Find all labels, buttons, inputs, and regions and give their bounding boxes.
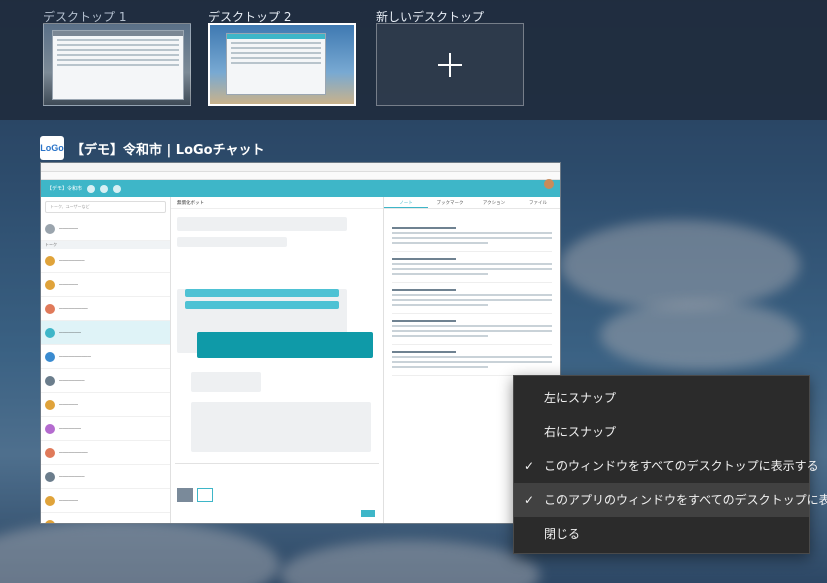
add-icon <box>87 184 96 193</box>
window-titlebar <box>41 163 560 172</box>
logo-chat-app-icon: LoGo <box>40 136 64 160</box>
list-item: ───────── <box>41 441 170 465</box>
list-item: ─────── <box>41 417 170 441</box>
menu-item-close[interactable]: 閉じる <box>514 517 809 551</box>
tab-actions: アクション <box>482 200 506 205</box>
list-item: ──────── <box>41 465 170 489</box>
talk-list-pane: トーク、ユーザーなど ────── トーク ──────── ────── ──… <box>41 197 171 523</box>
menu-item-snap-right[interactable]: 右にスナップ <box>514 415 809 449</box>
list-item: ────────── <box>41 345 170 369</box>
list-item: ────── <box>41 393 170 417</box>
thumbnail-window <box>226 33 326 95</box>
list-item: ──────── <box>41 249 170 273</box>
app-window-preview[interactable]: 【デモ】令和市 トーク、ユーザーなど ────── トーク ──────── ─… <box>40 162 561 524</box>
desktop-2-thumbnail[interactable] <box>208 23 356 106</box>
chat-title: 無償化ボット <box>171 197 383 209</box>
menu-item-label: このアプリのウィンドウをすべてのデスクトップに表示する <box>544 493 827 507</box>
tab-bookmarks: ブックマーク <box>436 200 464 205</box>
app-header: 【デモ】令和市 <box>41 180 560 197</box>
menu-item-label: 右にスナップ <box>544 425 617 439</box>
note-item <box>392 351 552 376</box>
note-item <box>392 227 552 252</box>
chat-message <box>177 372 261 392</box>
settings-icon <box>113 184 122 193</box>
app-window-title: 【デモ】令和市 | LoGoチャット <box>71 142 265 158</box>
tab-notes: ノート <box>384 197 428 208</box>
send-button <box>361 510 375 517</box>
tab-files: ファイル <box>529 200 547 205</box>
section-header: トーク <box>41 241 170 249</box>
window-context-menu: 左にスナップ 右にスナップ ✓ このウィンドウをすべてのデスクトップに表示する … <box>513 375 827 554</box>
chat-pane: 無償化ボット <box>171 197 384 523</box>
menu-item-show-window-all-desktops[interactable]: ✓ このウィンドウをすべてのデスクトップに表示する <box>514 449 819 483</box>
menu-item-label: 閉じる <box>544 527 581 541</box>
thumbnail-window <box>52 30 184 100</box>
workspace-name: 【デモ】令和市 <box>47 186 83 192</box>
list-item: ───────── <box>41 297 170 321</box>
list-item: ──────── <box>41 369 170 393</box>
plus-icon <box>438 52 462 77</box>
app-window-caption[interactable]: LoGo 【デモ】令和市 | LoGoチャット <box>40 135 265 161</box>
list-item: ────── <box>41 217 170 241</box>
list-item: ────── <box>41 273 170 297</box>
menu-item-label: 左にスナップ <box>544 391 617 405</box>
window-menubar <box>41 172 560 180</box>
list-item: ─────── <box>41 321 170 345</box>
menu-item-show-app-windows-all-desktops[interactable]: ✓ このアプリのウィンドウをすべてのデスクトップに表示する <box>514 483 827 517</box>
checkmark-icon: ✓ <box>524 459 535 473</box>
avatar <box>544 179 554 189</box>
list-item: ────── <box>41 489 170 513</box>
new-desktop-button[interactable] <box>376 23 524 106</box>
list-item: ─────── <box>41 513 170 523</box>
message-input-area <box>175 463 379 519</box>
chat-message <box>177 402 371 452</box>
search-icon <box>100 184 109 193</box>
menu-item-label: このウィンドウをすべてのデスクトップに表示する <box>544 459 819 473</box>
chat-message <box>177 217 347 231</box>
note-item <box>392 258 552 283</box>
note-item <box>392 289 552 314</box>
checkmark-icon: ✓ <box>524 493 535 507</box>
virtual-desktop-strip: デスクトップ 1 デスクトップ 2 新しいデスクトップ <box>0 0 827 120</box>
search-input: トーク、ユーザーなど <box>45 201 166 213</box>
own-message <box>197 332 373 358</box>
chat-message <box>177 237 287 247</box>
desktop-1-thumbnail[interactable] <box>43 23 191 106</box>
note-item <box>392 320 552 345</box>
menu-item-snap-left[interactable]: 左にスナップ <box>514 381 809 415</box>
